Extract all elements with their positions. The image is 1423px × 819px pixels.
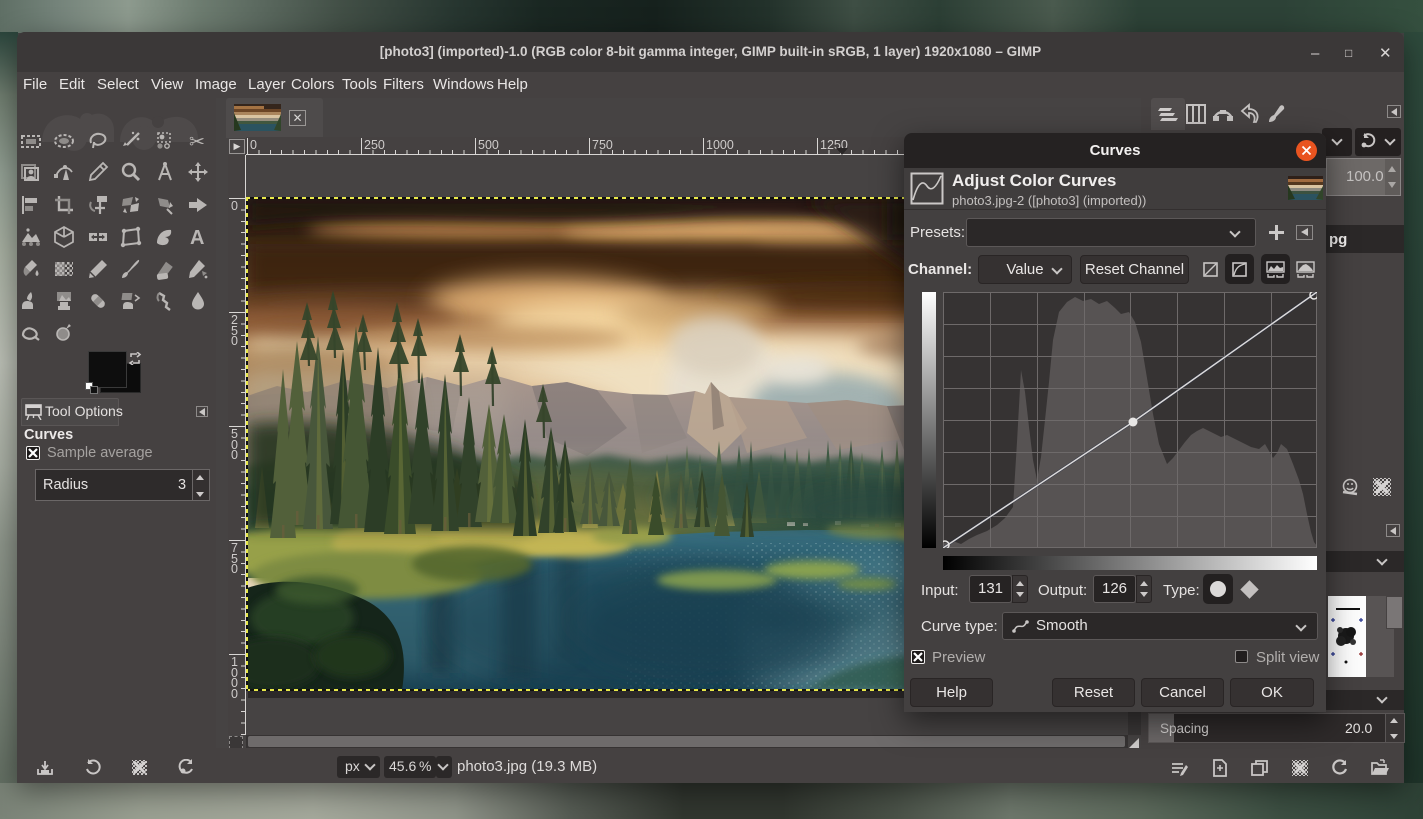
svg-text:A: A [190,227,204,249]
svg-text:✂: ✂ [189,132,205,153]
